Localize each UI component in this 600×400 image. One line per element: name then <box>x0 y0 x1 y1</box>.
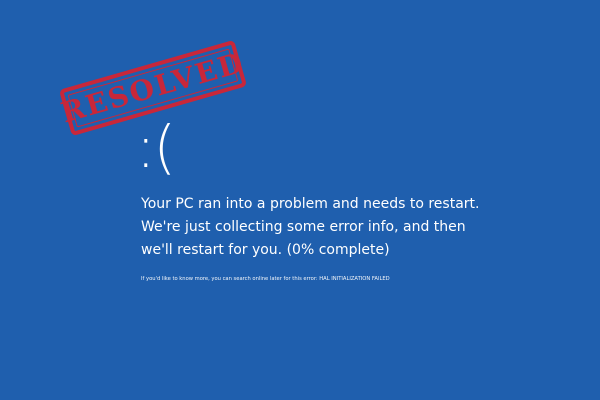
blue-screen-of-death: :( Your PC ran into a problem and needs … <box>0 0 600 400</box>
sad-face-emoticon: :( <box>136 113 176 181</box>
error-message: Your PC ran into a problem and needs to … <box>141 196 480 258</box>
error-code-info: If you'd like to know more, you can sear… <box>141 276 390 282</box>
